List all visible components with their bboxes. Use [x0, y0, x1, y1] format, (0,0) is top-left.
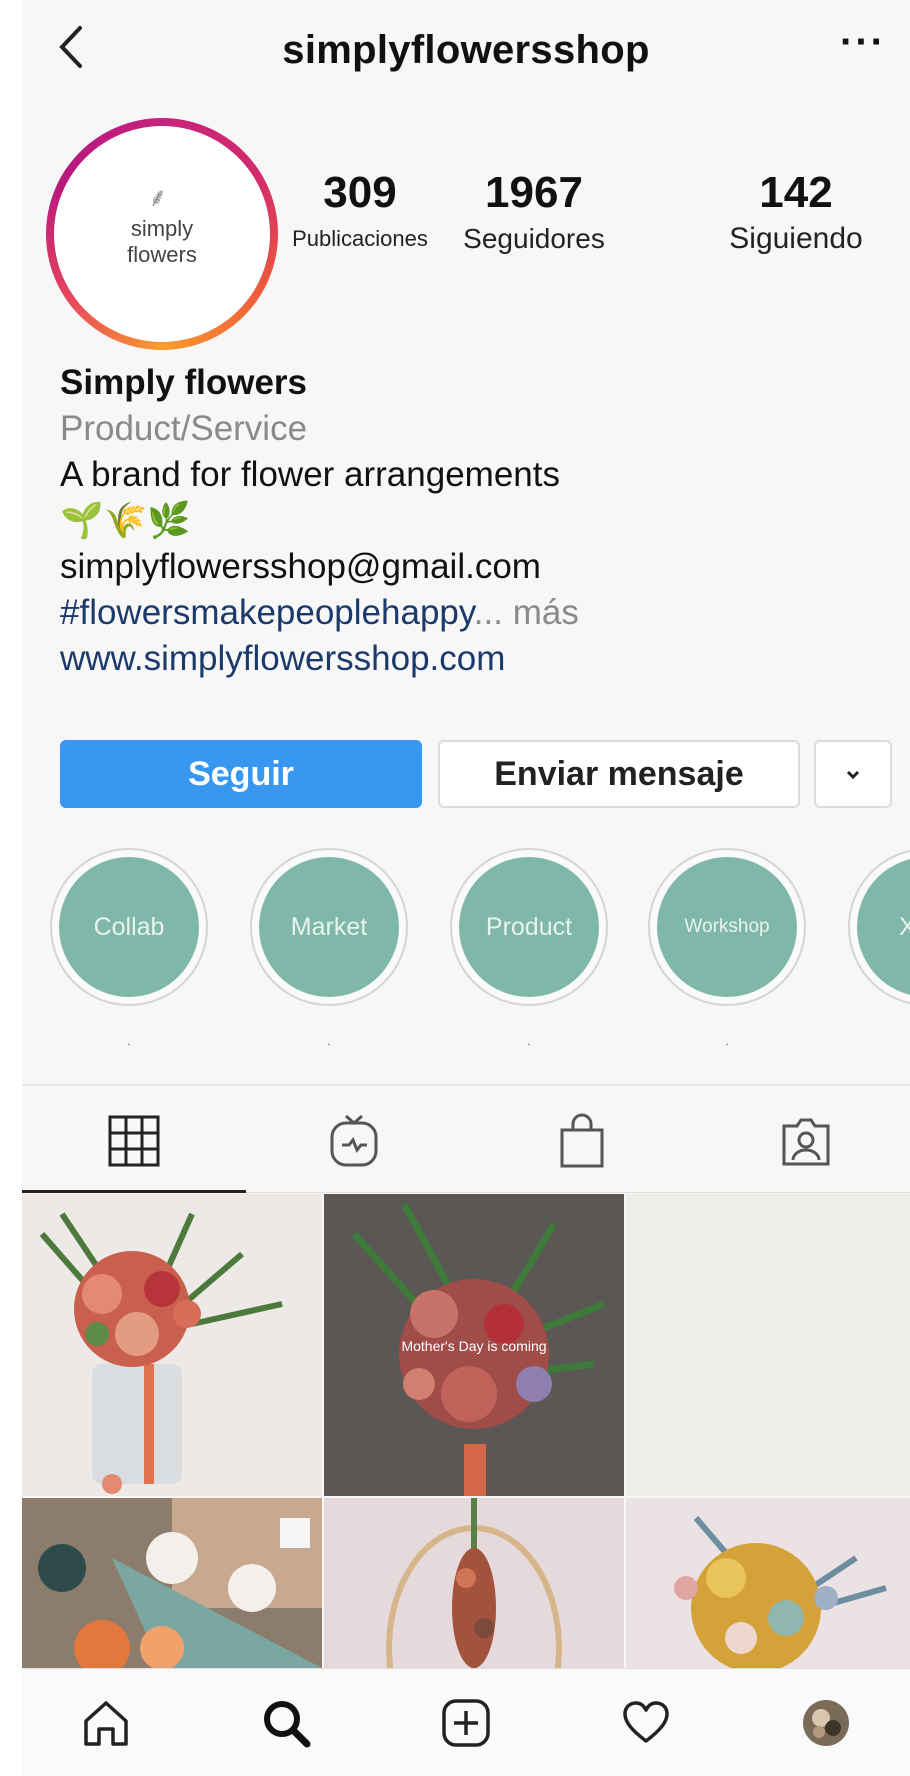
profile-tab-button[interactable] — [794, 1691, 858, 1755]
highlight-product[interactable]: Product — [450, 848, 608, 1006]
bio-ellipsis: ... — [473, 593, 503, 632]
tab-igtv[interactable] — [324, 1106, 384, 1176]
profile-avatar — [803, 1700, 849, 1746]
bio-hashtag-line: #flowersmakepeoplehappy... más — [60, 590, 880, 636]
stat-posts-label: Publicaciones — [292, 226, 428, 251]
new-post-button[interactable] — [434, 1691, 498, 1755]
highlight-workshop[interactable]: Workshop — [648, 848, 806, 1006]
send-message-button[interactable]: Enviar mensaje — [438, 740, 800, 808]
stat-posts-value: 309 — [323, 168, 397, 217]
bio-description: A brand for flower arrangements — [60, 455, 560, 494]
instagram-profile: simplyflowersshop ··· ⸙ simply flowers 3… — [22, 0, 910, 1776]
highlight-caption: . — [527, 1034, 531, 1048]
stat-following[interactable]: 142 Siguiendo — [706, 170, 886, 254]
bottom-navigation — [22, 1668, 910, 1776]
post-thumbnail[interactable]: Mother's Day is coming — [324, 1194, 624, 1496]
website-link[interactable]: www.simplyflowersshop.com — [60, 636, 880, 682]
follow-button[interactable]: Seguir — [60, 740, 422, 808]
igtv-icon — [330, 1114, 378, 1167]
more-link[interactable]: más — [513, 593, 579, 632]
avatar-logo: ⸙ simply flowers — [54, 126, 270, 342]
highlight-label: Workshop — [657, 857, 797, 997]
add-post-icon — [442, 1699, 490, 1747]
highlight-caption: . — [127, 1034, 131, 1048]
logo-line-1: simply — [130, 216, 194, 241]
tagged-user-icon — [782, 1118, 830, 1166]
post-thumbnail[interactable] — [626, 1498, 910, 1668]
display-name: Simply flowers — [60, 363, 308, 402]
profile-bio: Simply flowers Product/Service A brand f… — [60, 360, 880, 682]
stat-following-label: Siguiendo — [729, 222, 863, 255]
bio-emoji: 🌱🌾🌿 — [60, 501, 191, 540]
stat-following-value: 142 — [759, 168, 833, 217]
post-thumbnail-empty — [626, 1194, 910, 1496]
shopping-bag-icon — [560, 1113, 604, 1168]
activity-button[interactable] — [614, 1691, 678, 1755]
highlight-caption: . — [327, 1034, 331, 1048]
post-image — [22, 1498, 322, 1668]
highlight-label: Collab — [59, 857, 199, 997]
highlight-caption: . — [725, 1034, 729, 1048]
top-bar: simplyflowersshop ··· — [22, 0, 910, 100]
sprig-icon: ⸙ — [148, 182, 168, 212]
stat-followers[interactable]: 1967 Seguidores — [444, 170, 624, 254]
highlight-collab[interactable]: Collab — [50, 848, 208, 1006]
hashtag-link[interactable]: #flowersmakepeoplehappy — [60, 593, 474, 632]
suggestions-dropdown-button[interactable] — [814, 740, 892, 808]
post-overlay-text: Mother's Day is coming — [401, 1338, 547, 1354]
grid-icon — [108, 1115, 160, 1167]
profile-category: Product/Service — [60, 409, 308, 448]
bio-email[interactable]: simplyflowersshop@gmail.com — [60, 544, 880, 590]
search-button[interactable] — [254, 1691, 318, 1755]
avatar[interactable]: ⸙ simply flowers — [46, 118, 278, 350]
section-divider — [22, 1084, 910, 1086]
post-thumbnail[interactable] — [22, 1498, 322, 1668]
stat-followers-value: 1967 — [485, 168, 583, 217]
tab-grid[interactable] — [104, 1106, 164, 1176]
chevron-down-icon — [846, 770, 860, 780]
tab-tagged[interactable] — [776, 1106, 836, 1176]
tab-active-indicator — [22, 1190, 246, 1193]
logo-line-2: flowers — [127, 242, 197, 267]
post-thumbnail[interactable] — [22, 1194, 322, 1496]
post-image — [626, 1498, 910, 1668]
post-image — [324, 1498, 624, 1668]
post-image — [22, 1194, 322, 1496]
highlight-market[interactable]: Market — [250, 848, 408, 1006]
home-icon — [84, 1701, 128, 1746]
post-thumbnail[interactable] — [324, 1498, 624, 1668]
tab-shop[interactable] — [552, 1106, 612, 1176]
more-options-icon[interactable]: ··· — [840, 20, 886, 65]
stat-posts[interactable]: 309 Publicaciones — [280, 170, 440, 254]
search-icon — [264, 1701, 311, 1748]
heart-icon — [623, 1701, 669, 1743]
highlight-label: Product — [459, 857, 599, 997]
highlight-xi[interactable]: Xi — [848, 848, 910, 1006]
stat-followers-label: Seguidores — [463, 223, 605, 254]
highlight-label: Market — [259, 857, 399, 997]
home-button[interactable] — [74, 1691, 138, 1755]
highlight-label: Xi — [857, 857, 910, 997]
profile-username: simplyflowersshop — [282, 28, 650, 72]
